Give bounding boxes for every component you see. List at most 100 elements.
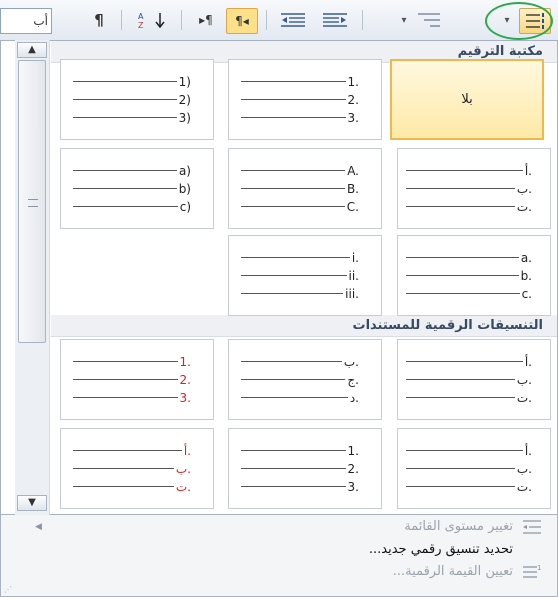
placeholder-line — [73, 117, 177, 118]
decrease-indent-icon — [281, 13, 305, 27]
placeholder-line — [241, 206, 345, 207]
number-label: ت. — [516, 199, 532, 214]
placeholder-line — [73, 379, 178, 380]
multilevel-dropdown[interactable]: ▾ — [394, 8, 414, 32]
number-label: A. — [347, 163, 359, 178]
numbering-gallery: مكتبة الترقيم التنسيقات الرقمية للمستندا… — [0, 40, 558, 515]
change-list-level-icon — [523, 520, 541, 534]
multilevel-list-icon — [418, 13, 440, 27]
define-new-number-format-item[interactable]: تحديد تنسيق رقمي جديد... — [369, 539, 513, 561]
placeholder-line — [406, 206, 515, 207]
number-label: b. — [520, 268, 532, 283]
doc-format-tile-numbers-dot[interactable]: 1. 2. 3. — [228, 428, 382, 509]
number-label: ت. — [516, 479, 532, 494]
placeholder-line — [406, 293, 520, 294]
scroll-up-button[interactable]: ▲ — [17, 42, 47, 58]
number-label: 2. — [179, 372, 191, 387]
number-label: ب. — [516, 181, 532, 196]
svg-text:1: 1 — [537, 564, 541, 572]
doc-format-tile-arabic-letters[interactable]: أ. ب. ت. — [397, 339, 551, 420]
sort-button[interactable]: A Z — [134, 8, 174, 32]
number-label: ت. — [516, 390, 532, 405]
number-label: ii. — [348, 268, 359, 283]
placeholder-line — [73, 206, 178, 207]
gallery-scrollbar[interactable]: ▲ ▼ — [15, 40, 50, 515]
placeholder-line — [406, 397, 515, 398]
numbering-tile-upper-alpha[interactable]: A. B. C. — [228, 148, 382, 229]
highlight-circle — [485, 2, 553, 40]
increase-indent-icon — [323, 13, 347, 27]
set-numbering-value-icon: 1 — [523, 564, 541, 578]
placeholder-line — [73, 361, 178, 362]
number-label: 3) — [178, 110, 191, 125]
number-label: 3. — [347, 479, 359, 494]
toolbar-separator — [266, 10, 267, 30]
placeholder-line — [73, 468, 174, 469]
scrollbar-thumb[interactable] — [18, 60, 46, 343]
numbering-tile-lower-roman[interactable]: i. ii. iii. — [228, 235, 382, 316]
triangle-down-icon: ▼ — [28, 497, 36, 508]
placeholder-line — [241, 468, 346, 469]
doc-format-tile-abjad[interactable]: ب. ج. د. — [228, 339, 382, 420]
increase-indent-button[interactable] — [318, 8, 352, 32]
doc-format-tile-arabic-letters-2[interactable]: أ. ب. ت. — [397, 428, 551, 509]
placeholder-line — [241, 361, 342, 362]
numbering-tile-lower-alpha-paren[interactable]: a) b) c) — [60, 148, 214, 229]
ltr-icon: ▸¶ — [199, 13, 213, 27]
number-label: ب. — [516, 372, 532, 387]
numbering-tile-none[interactable]: بلا — [390, 59, 544, 140]
number-label: أ. — [524, 163, 532, 178]
placeholder-line — [73, 486, 174, 487]
triangle-up-icon: ▲ — [28, 44, 36, 55]
number-label: ت. — [175, 479, 191, 494]
toolbar-separator — [362, 10, 363, 30]
number-label: أ. — [524, 443, 532, 458]
paragraph-toolbar: أب ¶ A Z ▸¶ ¶◂ ▾ ▾ — [0, 0, 558, 41]
change-list-level-item[interactable]: تغيير مستوى القائمة — [404, 516, 513, 538]
doc-format-tile-arabic-red[interactable]: أ. ب. ت. — [60, 428, 214, 509]
decrease-indent-button[interactable] — [276, 8, 310, 32]
placeholder-line — [241, 170, 346, 171]
number-label: أ. — [183, 443, 191, 458]
number-label: 3. — [179, 390, 191, 405]
previous-field[interactable]: أب — [0, 8, 52, 34]
placeholder-line — [241, 293, 344, 294]
placeholder-line — [73, 170, 177, 171]
placeholder-line — [241, 257, 350, 258]
number-label: أ. — [524, 354, 532, 369]
number-label: 1. — [347, 74, 359, 89]
placeholder-line — [241, 397, 348, 398]
placeholder-line — [241, 81, 346, 82]
left-to-right-button[interactable]: ▸¶ — [190, 8, 222, 32]
placeholder-line — [406, 450, 523, 451]
number-label: د. — [349, 390, 359, 405]
placeholder-line — [73, 99, 177, 100]
number-label: ب. — [175, 461, 191, 476]
number-label: 2) — [178, 92, 191, 107]
number-label: 2. — [347, 92, 359, 107]
numbering-tile-numbers-paren[interactable]: 1) 2) 3) — [60, 59, 214, 140]
scroll-down-button[interactable]: ▼ — [17, 495, 47, 511]
placeholder-line — [406, 468, 515, 469]
placeholder-line — [406, 257, 519, 258]
show-formatting-marks-button[interactable]: ¶ — [86, 8, 112, 32]
placeholder-line — [241, 117, 346, 118]
doc-format-tile-numbers-red[interactable]: 1. 2. 3. — [60, 339, 214, 420]
resize-grip-icon[interactable]: ⋰ — [4, 585, 12, 594]
svg-text:Z: Z — [138, 21, 144, 30]
numbering-tile-numbers-dot[interactable]: 1. 2. 3. — [228, 59, 382, 140]
right-to-left-button[interactable]: ¶◂ — [226, 8, 258, 34]
multilevel-list-button[interactable] — [414, 8, 444, 32]
placeholder-line — [241, 275, 347, 276]
number-label: 3. — [347, 110, 359, 125]
numbering-tile-arabic-letters[interactable]: أ. ب. ت. — [397, 148, 551, 229]
number-label: c) — [179, 199, 191, 214]
numbering-tile-lower-alpha[interactable]: a. b. c. — [397, 235, 551, 316]
number-label: i. — [351, 250, 359, 265]
sort-icon: A Z — [138, 12, 165, 30]
placeholder-line — [406, 188, 515, 189]
number-label: B. — [346, 181, 359, 196]
set-numbering-value-item[interactable]: تعيين القيمة الرقمية... — [393, 561, 513, 583]
placeholder-line — [73, 450, 182, 451]
placeholder-line — [241, 188, 345, 189]
